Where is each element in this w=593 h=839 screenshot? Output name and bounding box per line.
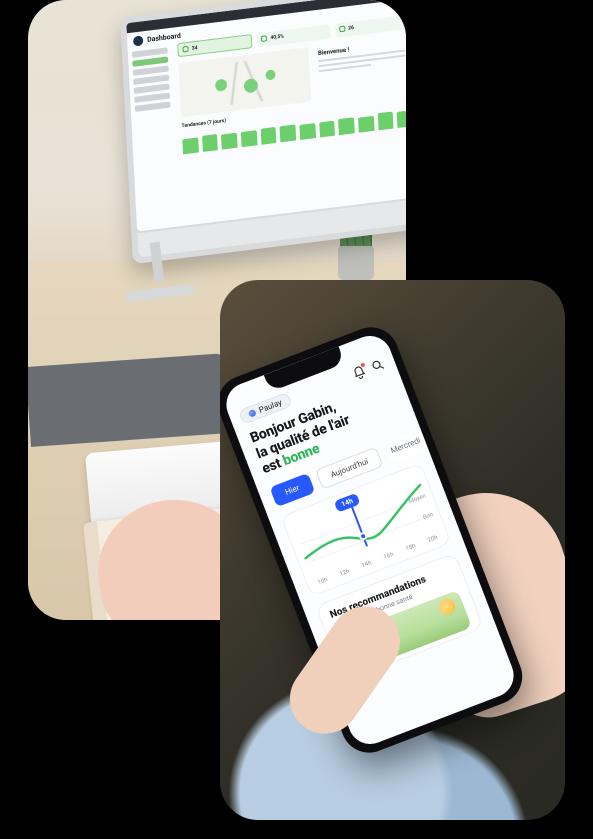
dashboard-screen: Dashboard 34 40,5 xyxy=(126,0,406,231)
stat-value: 26 xyxy=(348,25,354,32)
welcome-panel: Bienvenue ! xyxy=(314,35,406,101)
monitor-stand xyxy=(135,240,182,300)
notification-dot xyxy=(359,361,367,369)
sun-icon xyxy=(437,596,458,617)
sidebar-item[interactable] xyxy=(135,101,171,111)
phone-mockup-card: Paulay Bonjour Gabin, la qualité de l'ai… xyxy=(220,280,565,820)
stat-value: 34 xyxy=(192,45,198,52)
stat-icon xyxy=(182,46,188,53)
stat-icon xyxy=(261,35,267,42)
location-label: Paulay xyxy=(258,398,283,415)
location-icon xyxy=(248,409,257,418)
stat-icon xyxy=(339,26,345,33)
search-button[interactable] xyxy=(369,356,387,374)
notification-button[interactable] xyxy=(350,363,368,381)
search-icon xyxy=(369,356,387,374)
stat-value: 40,5% xyxy=(270,33,284,41)
monitor: Dashboard 34 40,5 xyxy=(120,0,406,264)
laptop-sleeve xyxy=(28,353,231,447)
